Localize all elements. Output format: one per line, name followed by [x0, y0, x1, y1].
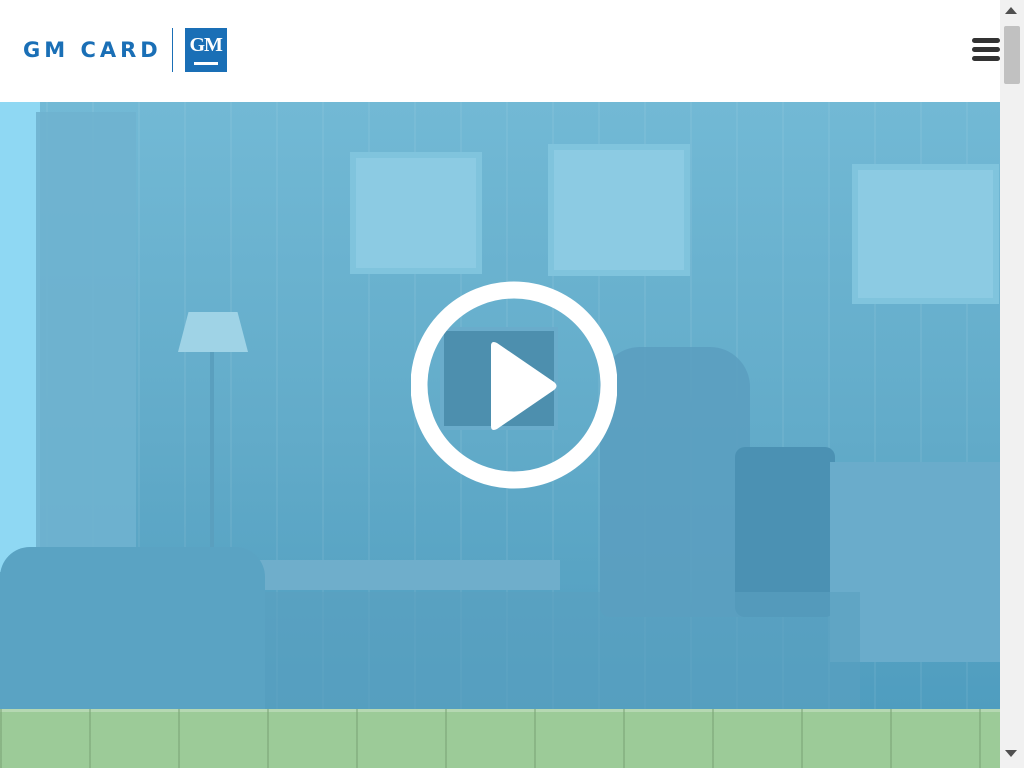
scroll-thumb[interactable] [1004, 26, 1020, 84]
tile-pattern [0, 709, 1000, 768]
gm-logo: GM [184, 28, 227, 72]
hero-floor [260, 592, 860, 709]
hero-picture-frame [548, 144, 690, 276]
hero-sofa [0, 547, 265, 709]
next-section-banner [0, 709, 1000, 768]
hero-person [600, 347, 750, 617]
hamburger-menu-icon[interactable] [972, 38, 1000, 64]
hero-lamp-pole [210, 352, 214, 552]
vertical-scrollbar[interactable] [1000, 0, 1024, 768]
gm-logo-underline [193, 62, 218, 65]
site-header: GM CARD GM [0, 0, 1000, 102]
play-button[interactable] [410, 276, 618, 494]
scroll-up-arrow-icon[interactable] [1005, 7, 1017, 14]
hero-lamp [178, 312, 248, 352]
play-icon [410, 281, 618, 489]
hero-window [0, 102, 40, 572]
brand-link[interactable]: GM CARD GM [23, 28, 227, 72]
hero-coffee-table [250, 560, 560, 590]
hero-video[interactable] [0, 102, 1000, 709]
brand-wordmark: GM CARD [23, 38, 162, 62]
gm-logo-text: GM [189, 34, 223, 56]
hero-curtain [36, 112, 136, 552]
brand-divider [171, 28, 173, 72]
hero-picture-frame [852, 164, 999, 304]
scroll-down-arrow-icon[interactable] [1005, 750, 1017, 757]
hero-picture-frame [350, 152, 482, 274]
